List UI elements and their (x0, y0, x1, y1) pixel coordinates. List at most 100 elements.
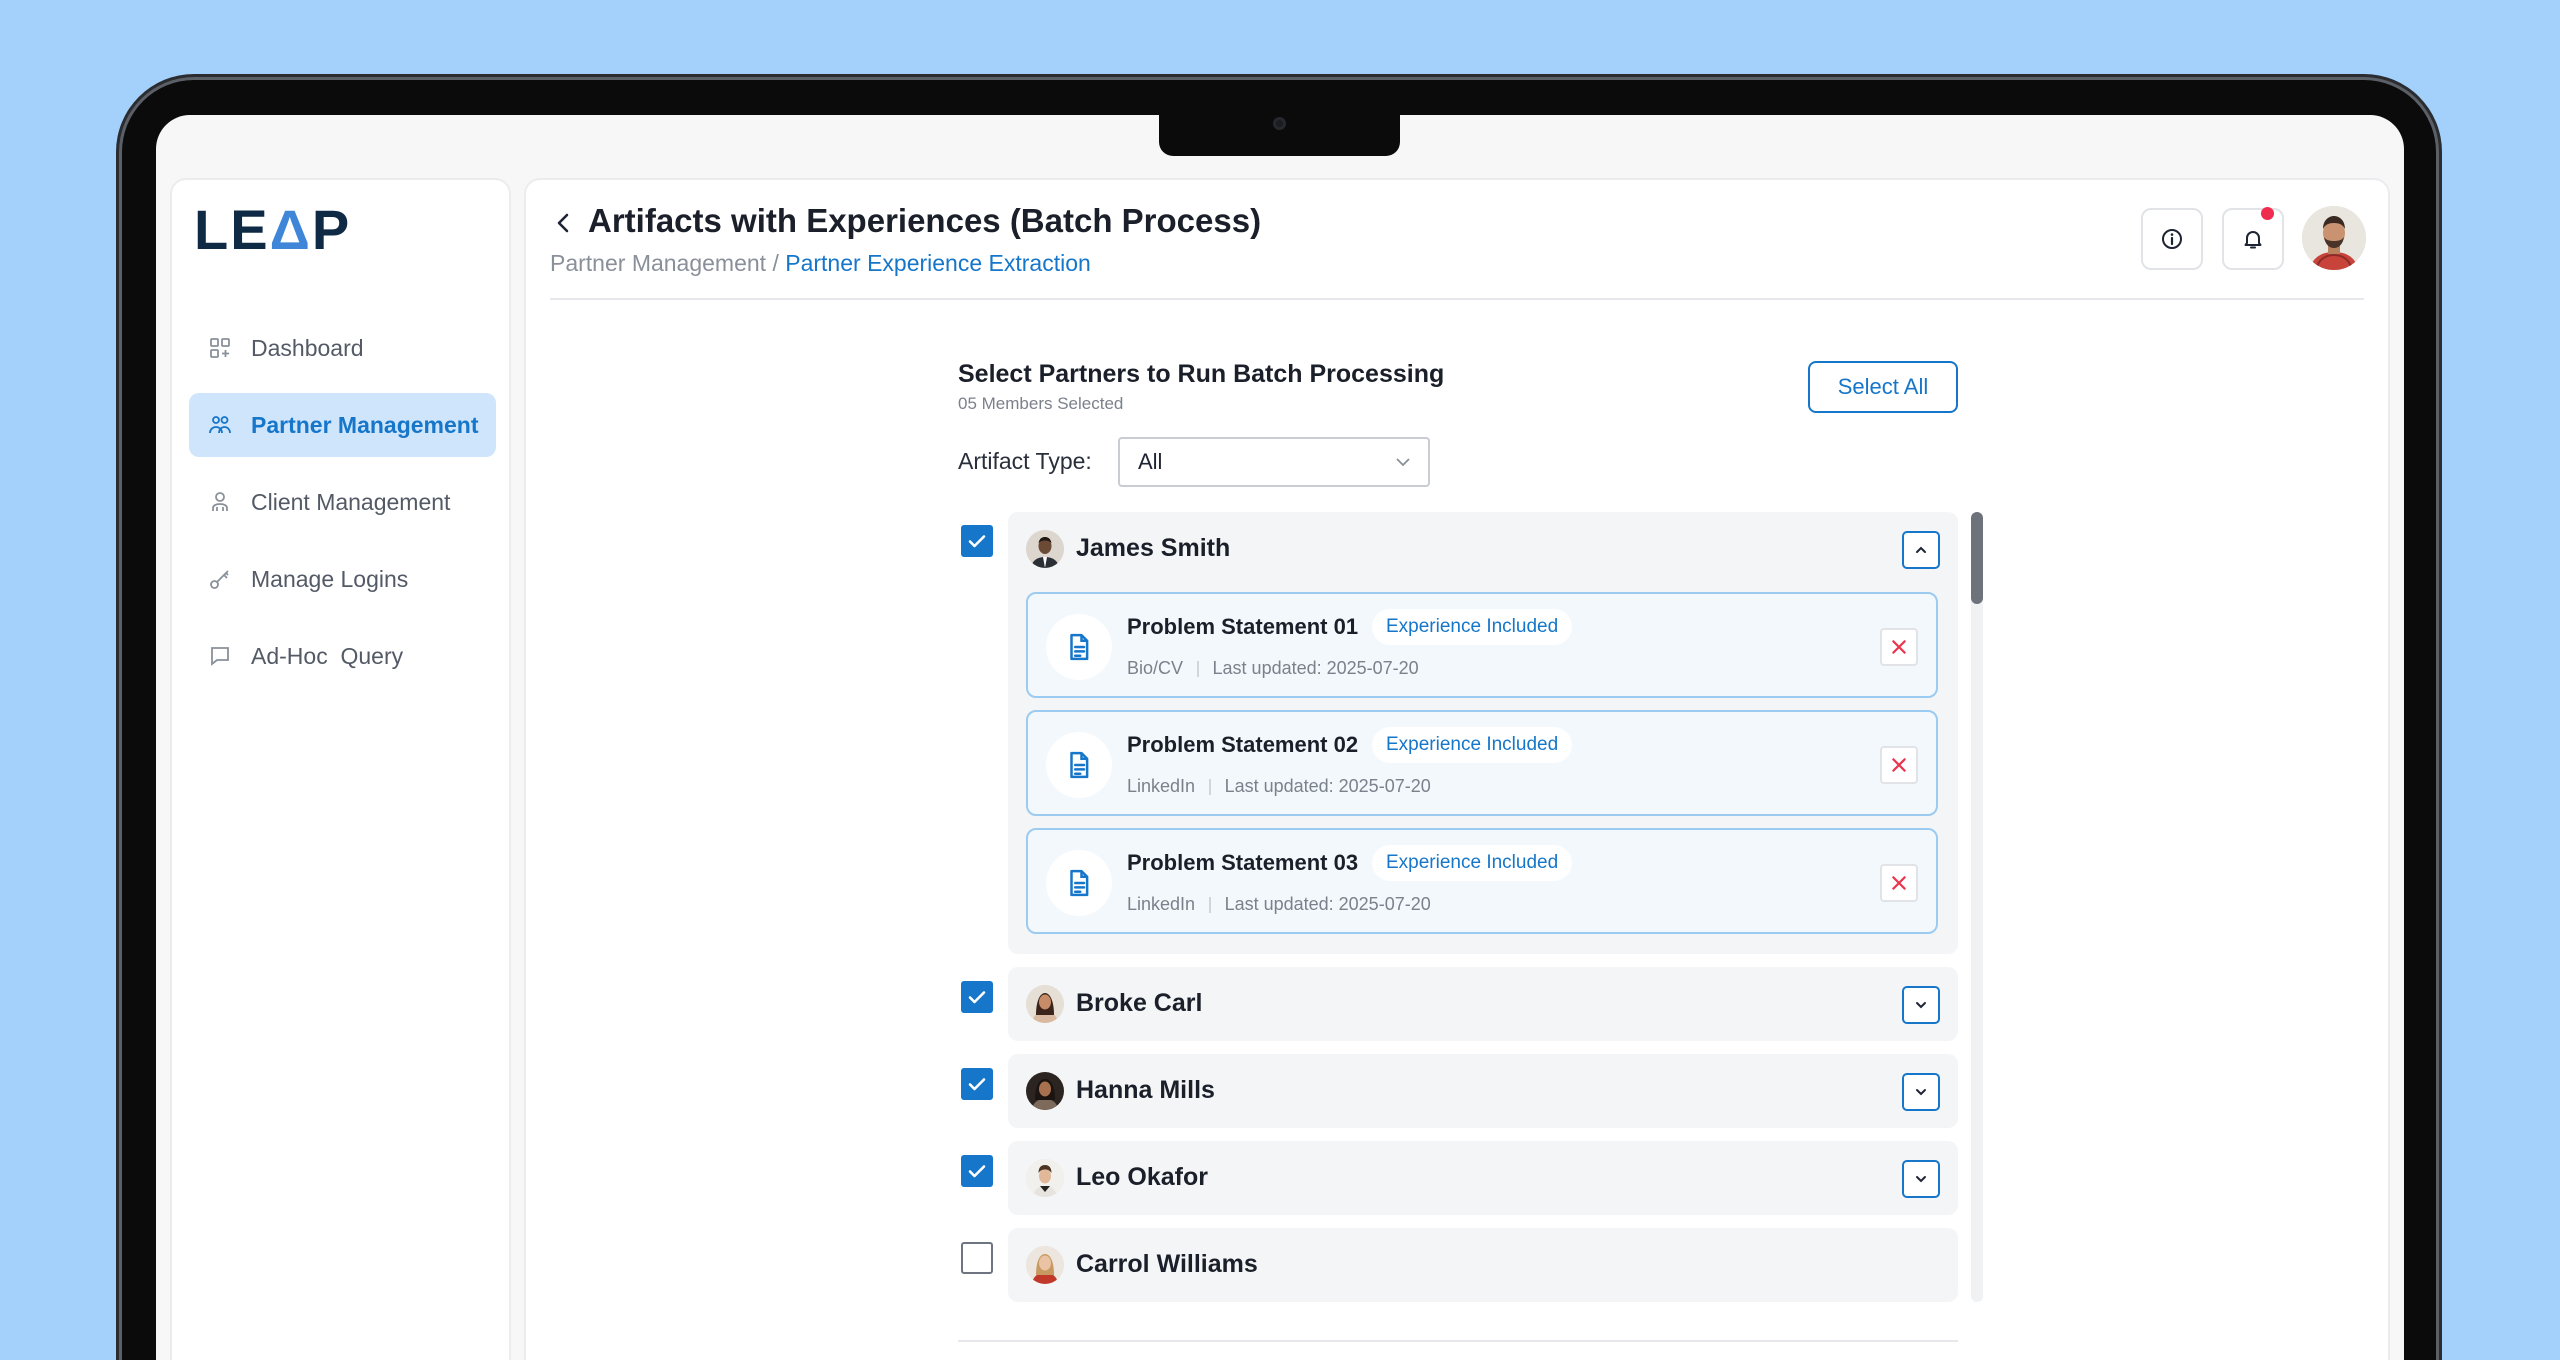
close-icon (1892, 758, 1906, 772)
key-icon (207, 566, 233, 592)
close-icon (1892, 876, 1906, 890)
sidebar-item-ad-hoc-query[interactable]: Ad-Hoc Query (189, 624, 496, 688)
close-icon (1892, 640, 1906, 654)
artifact-title: Problem Statement 01 (1127, 614, 1359, 639)
partner-list: James Smith Problem Statement 01 Experie… (958, 180, 1998, 1360)
meta-divider (1209, 896, 1211, 913)
expand-button[interactable] (1902, 1073, 1940, 1111)
chevron-up-icon (1916, 546, 1926, 553)
client-icon (207, 489, 233, 515)
sidebar-item-label: Ad-Hoc Query (251, 642, 404, 669)
sidebar-item-partner-management[interactable]: Partner Management (189, 393, 496, 457)
artifact-meta: Bio/CV Last updated: 2025-07-20 (1127, 658, 1419, 679)
partner-checkbox[interactable] (961, 1068, 993, 1100)
scrollbar-thumb[interactable] (1971, 512, 1983, 604)
partner-name: Hanna Mills (1076, 1076, 1215, 1104)
sidebar: LEΔP Dashboard Partner Management Client… (170, 178, 511, 1360)
camera-icon (1273, 117, 1286, 130)
partner-avatar (1026, 1246, 1064, 1284)
chevron-down-icon (1916, 1089, 1926, 1096)
remove-artifact-button[interactable] (1880, 864, 1918, 902)
partner-avatar (1026, 985, 1064, 1023)
partner-checkbox[interactable] (961, 981, 993, 1013)
partner-card[interactable]: Leo Okafor (1008, 1141, 1958, 1215)
sidebar-item-label: Partner Management (251, 411, 479, 438)
artifact-updated: Last updated: 2025-07-20 (1224, 894, 1431, 914)
sidebar-item-label: Dashboard (251, 334, 364, 361)
partner-card[interactable]: Carrol Williams (1008, 1228, 1958, 1302)
partner-name: James Smith (1076, 534, 1231, 562)
info-button[interactable] (2141, 208, 2203, 270)
sidebar-item-dashboard[interactable]: Dashboard (189, 316, 496, 380)
experience-badge: Experience Included (1372, 609, 1573, 645)
artifact-meta: LinkedIn Last updated: 2025-07-20 (1127, 894, 1431, 915)
artifact-meta: LinkedIn Last updated: 2025-07-20 (1127, 776, 1431, 797)
partner-card[interactable]: Hanna Mills (1008, 1054, 1958, 1128)
breadcrumb-parent[interactable]: Partner Management (550, 250, 766, 276)
artifact-updated: Last updated: 2025-07-20 (1212, 658, 1419, 678)
chat-bubble-icon (207, 643, 233, 669)
dashboard-grid-icon (207, 335, 233, 361)
expand-button[interactable] (1902, 986, 1940, 1024)
document-icon (1046, 850, 1112, 916)
chevron-down-icon (1916, 1002, 1926, 1009)
user-portrait-icon (2302, 206, 2366, 270)
artifact-card[interactable]: Problem Statement 02 Experience Included… (1026, 710, 1938, 816)
info-icon (2162, 229, 2182, 249)
partner-avatar (1026, 530, 1064, 568)
partner-portrait-icon (1026, 530, 1064, 568)
user-avatar[interactable] (2302, 206, 2366, 270)
partner-name: Broke Carl (1076, 989, 1203, 1017)
checkmark-icon (968, 991, 986, 1004)
meta-divider (1197, 660, 1199, 677)
checkmark-icon (968, 1078, 986, 1091)
collapse-button[interactable] (1902, 531, 1940, 569)
sidebar-item-client-management[interactable]: Client Management (189, 470, 496, 534)
sidebar-item-label: Manage Logins (251, 565, 409, 592)
sidebar-item-manage-logins[interactable]: Manage Logins (189, 547, 496, 611)
remove-artifact-button[interactable] (1880, 628, 1918, 666)
main-panel: Artifacts with Experiences (Batch Proces… (524, 178, 2390, 1360)
document-icon (1046, 614, 1112, 680)
partner-checkbox[interactable] (961, 1155, 993, 1187)
partner-card: James Smith Problem Statement 01 Experie… (1008, 512, 1958, 954)
chevron-left-icon (557, 213, 569, 233)
notification-dot (2261, 207, 2274, 220)
notifications-button[interactable] (2222, 207, 2284, 270)
partner-avatar (1026, 1159, 1064, 1197)
expand-button[interactable] (1902, 1160, 1940, 1198)
breadcrumb-separator: / (766, 250, 786, 276)
partner-portrait-icon (1026, 1246, 1064, 1284)
bell-icon (2244, 231, 2262, 249)
partner-portrait-icon (1026, 1072, 1064, 1110)
partner-portrait-icon (1026, 1159, 1064, 1197)
checkmark-icon (968, 1165, 986, 1178)
artifact-card[interactable]: Problem Statement 01 Experience Included… (1026, 592, 1938, 698)
partner-checkbox[interactable] (961, 525, 993, 557)
sidebar-nav: Dashboard Partner Management Client Mana… (189, 316, 496, 701)
leap-logo[interactable]: LEΔP (194, 202, 351, 258)
artifact-card[interactable]: Problem Statement 03 Experience Included… (1026, 828, 1938, 934)
partner-checkbox[interactable] (961, 1242, 993, 1274)
partner-card-header[interactable]: James Smith (1008, 512, 1958, 586)
partner-name: Carrol Williams (1076, 1250, 1258, 1278)
checkmark-icon (968, 535, 986, 548)
artifact-title: Problem Statement 02 (1127, 732, 1359, 757)
list-scrollbar[interactable] (1971, 512, 1983, 1302)
chevron-down-icon (1916, 1176, 1926, 1183)
artifact-updated: Last updated: 2025-07-20 (1224, 776, 1431, 796)
list-bottom-divider (958, 1340, 1958, 1342)
meta-divider (1209, 778, 1211, 795)
partner-avatar (1026, 1072, 1064, 1110)
experience-badge: Experience Included (1372, 845, 1573, 881)
partner-card[interactable]: Broke Carl (1008, 967, 1958, 1041)
artifact-title: Problem Statement 03 (1127, 850, 1359, 875)
artifact-source: LinkedIn (1127, 894, 1196, 914)
artifact-source: LinkedIn (1127, 776, 1196, 796)
artifact-source: Bio/CV (1127, 658, 1184, 678)
partner-portrait-icon (1026, 985, 1064, 1023)
partner-name: Leo Okafor (1076, 1163, 1208, 1191)
remove-artifact-button[interactable] (1880, 746, 1918, 784)
back-button[interactable] (550, 208, 576, 238)
document-icon (1046, 732, 1112, 798)
